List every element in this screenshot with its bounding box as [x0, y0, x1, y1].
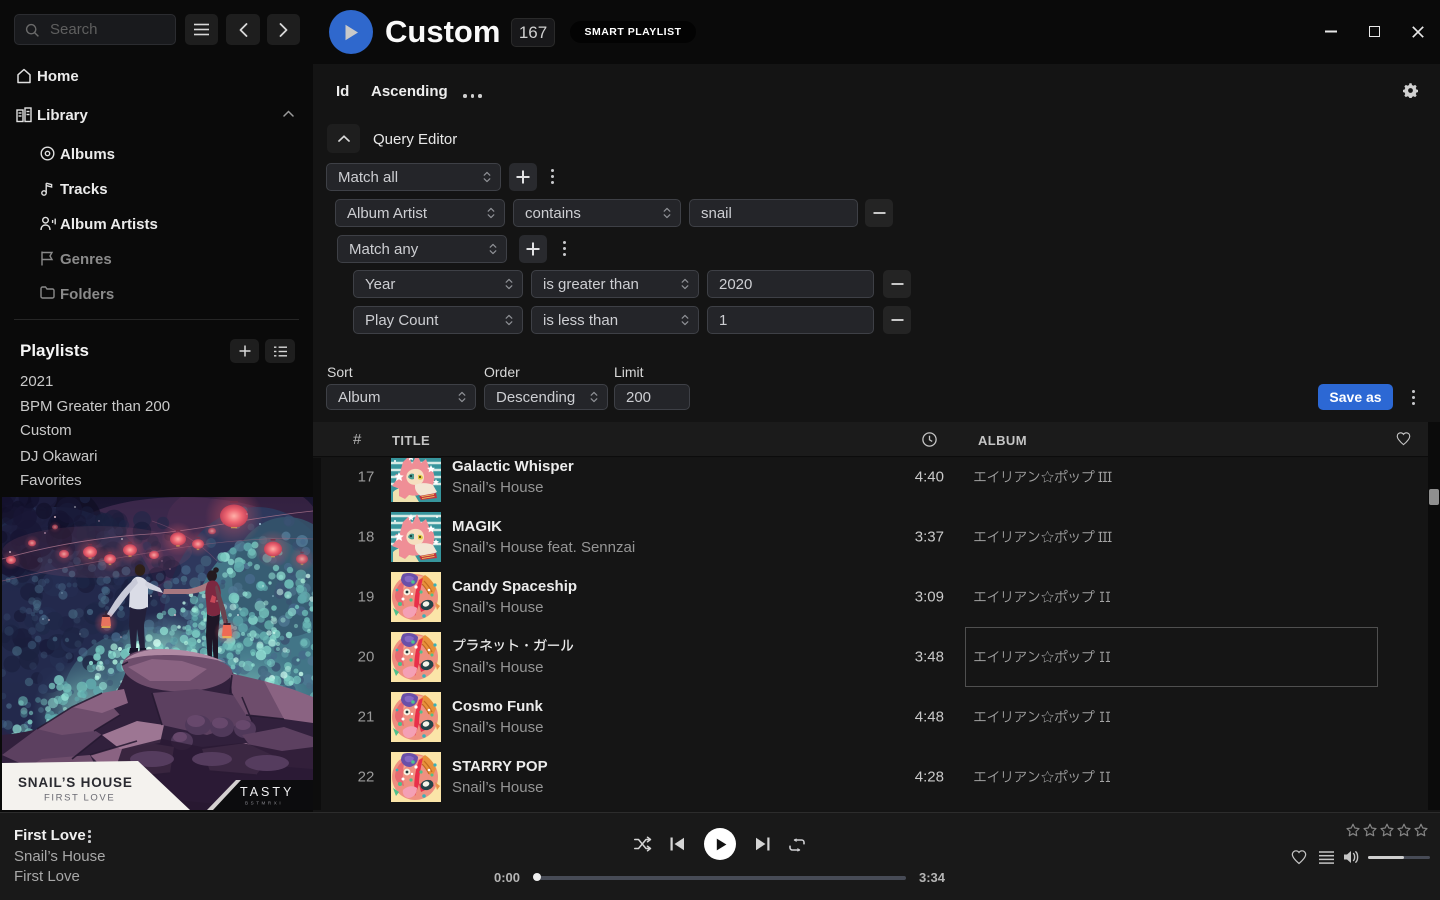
- svg-text:BSTMRXI: BSTMRXI: [245, 801, 283, 806]
- svg-text:TASTY: TASTY: [240, 785, 294, 799]
- svg-text:FIRST LOVE: FIRST LOVE: [44, 793, 115, 804]
- svg-text:SNAIL’S HOUSE: SNAIL’S HOUSE: [18, 775, 133, 790]
